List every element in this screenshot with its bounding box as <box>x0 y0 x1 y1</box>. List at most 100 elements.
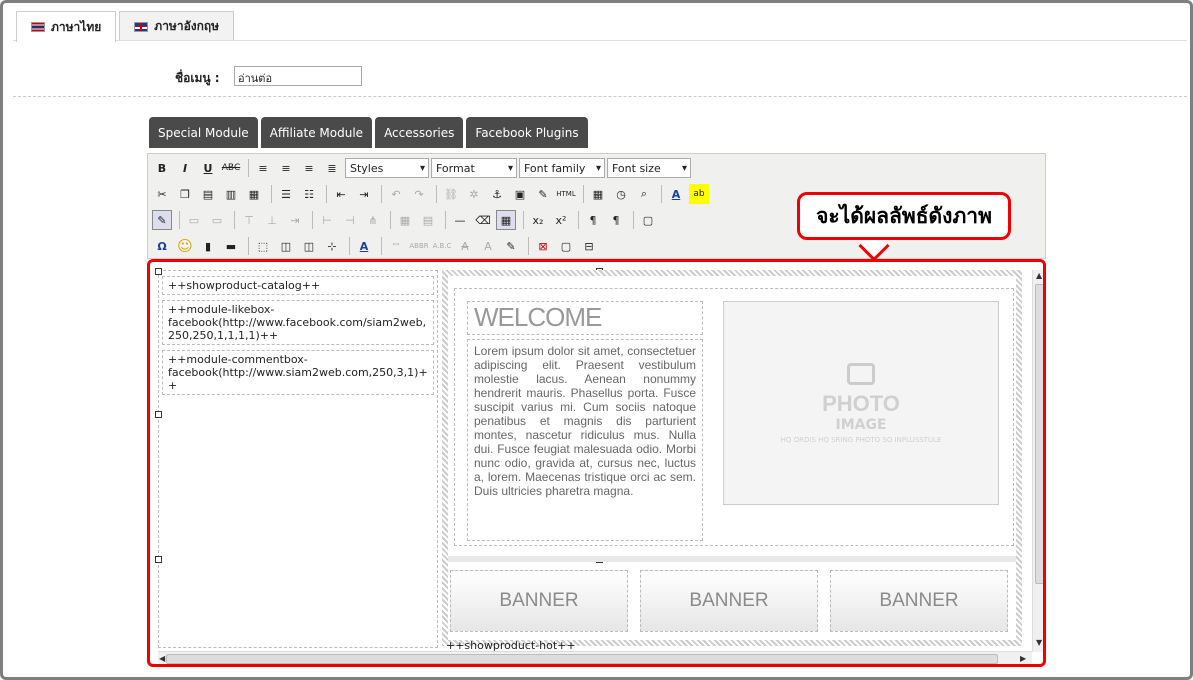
welcome-heading[interactable]: WELCOME <box>467 301 703 335</box>
special-module-button[interactable]: Special Module <box>149 117 258 148</box>
rtl-icon[interactable]: ¶ <box>606 210 626 230</box>
paste-word-icon[interactable]: ▦ <box>244 184 264 204</box>
paste-text-icon[interactable]: ▥ <box>221 184 241 204</box>
superscript-icon[interactable]: x² <box>551 210 571 230</box>
cleanup-icon[interactable]: ✎ <box>533 184 553 204</box>
subscript-icon[interactable]: x₂ <box>528 210 548 230</box>
outdent-icon[interactable]: ⇤ <box>331 184 351 204</box>
resize-handle[interactable] <box>155 268 162 275</box>
pagebreak-icon[interactable]: ⊟ <box>579 236 599 256</box>
bullet-list-icon[interactable]: ☰ <box>276 184 296 204</box>
absolute-icon[interactable]: ⊹ <box>322 236 342 256</box>
tab-thai[interactable]: ภาษาไทย <box>16 11 117 42</box>
strikethrough-icon[interactable]: ABC <box>221 158 241 178</box>
fullscreen-icon[interactable]: ▢ <box>638 210 658 230</box>
visual-aid-icon[interactable]: ✎ <box>152 210 172 230</box>
insert-time-icon[interactable]: ◷ <box>611 184 631 204</box>
horizontal-scroll-thumb[interactable] <box>166 654 998 664</box>
vertical-scrollbar[interactable]: ▲ ▼ <box>1032 270 1043 652</box>
move-forward-icon[interactable]: ◫ <box>276 236 296 256</box>
move-backward-icon[interactable]: ◫ <box>299 236 319 256</box>
styles-select[interactable]: Styles <box>345 158 429 178</box>
catalog-tag[interactable]: ++showproduct-catalog++ <box>162 276 434 295</box>
link-icon[interactable]: ⛓ <box>441 184 461 204</box>
ins-icon[interactable]: A <box>478 236 498 256</box>
resize-handle[interactable] <box>155 411 162 418</box>
styleprops-icon[interactable]: A <box>354 236 374 256</box>
align-justify-icon[interactable]: ≣ <box>322 158 342 178</box>
copy-icon[interactable]: ❐ <box>175 184 195 204</box>
banner-3[interactable]: BANNER <box>830 570 1008 632</box>
abbr-icon[interactable]: ABBR <box>409 236 429 256</box>
special-char-icon[interactable]: Ω <box>152 236 172 256</box>
commentbox-tag[interactable]: ++module-commentbox-facebook(http://www.… <box>162 350 434 395</box>
table-icon[interactable]: ▦ <box>496 210 516 230</box>
facebook-plugins-button[interactable]: Facebook Plugins <box>466 117 588 148</box>
insert-col-before-icon[interactable]: ⊢ <box>317 210 337 230</box>
remove-format-icon[interactable]: ⌫ <box>473 210 493 230</box>
redo-icon[interactable]: ↷ <box>409 184 429 204</box>
affiliate-module-button[interactable]: Affiliate Module <box>260 117 373 148</box>
banner-1[interactable]: BANNER <box>450 570 628 632</box>
insert-date-icon[interactable]: ▦ <box>588 184 608 204</box>
html-icon[interactable]: HTML <box>556 184 576 204</box>
horizontal-scrollbar[interactable]: ◀ ▶ <box>158 651 1032 664</box>
scroll-right-icon[interactable]: ▶ <box>1020 654 1026 663</box>
scroll-left-icon[interactable]: ◀ <box>159 654 165 663</box>
text-color-icon[interactable]: A <box>666 184 686 204</box>
delete-row-icon[interactable]: ⇥ <box>285 210 305 230</box>
image-icon[interactable]: ▣ <box>510 184 530 204</box>
align-center-icon[interactable]: ≡ <box>276 158 296 178</box>
emoticon-icon[interactable]: ☺ <box>175 236 195 256</box>
banner-2[interactable]: BANNER <box>640 570 818 632</box>
format-select[interactable]: Format <box>431 158 517 178</box>
split-cells-icon[interactable]: ▦ <box>395 210 415 230</box>
welcome-text[interactable]: Lorem ipsum dolor sit amet, consectetuer… <box>467 339 703 541</box>
vertical-scroll-thumb[interactable] <box>1035 284 1043 584</box>
layer-icon[interactable]: ⬚ <box>253 236 273 256</box>
font-family-select[interactable]: Font family <box>519 158 605 178</box>
insert-row-before-icon[interactable]: ⊤ <box>239 210 259 230</box>
underline-icon[interactable]: U <box>198 158 218 178</box>
media-icon[interactable]: ▮ <box>198 236 218 256</box>
horizontal-rule-icon[interactable]: — <box>450 210 470 230</box>
menu-name-input[interactable]: อ่านต่อ <box>234 66 362 86</box>
indent-icon[interactable]: ⇥ <box>354 184 374 204</box>
accessories-button[interactable]: Accessories <box>375 117 464 148</box>
right-column[interactable]: WELCOME Lorem ipsum dolor sit amet, cons… <box>442 270 1022 646</box>
numbered-list-icon[interactable]: ☷ <box>299 184 319 204</box>
editor-content-area[interactable]: ++showproduct-catalog++ ++module-likebox… <box>147 259 1046 667</box>
paste-icon[interactable]: ▤ <box>198 184 218 204</box>
ltr-icon[interactable]: ¶ <box>583 210 603 230</box>
font-size-select[interactable]: Font size <box>607 158 691 178</box>
bold-icon[interactable]: B <box>152 158 172 178</box>
nonbreaking-icon[interactable]: ⊠ <box>533 236 553 256</box>
italic-icon[interactable]: I <box>175 158 195 178</box>
merge-cells-icon[interactable]: ▤ <box>418 210 438 230</box>
insert-col-after-icon[interactable]: ⊣ <box>340 210 360 230</box>
scroll-up-icon[interactable]: ▲ <box>1036 271 1042 280</box>
attribs-icon[interactable]: ✎ <box>501 236 521 256</box>
insert-row-after-icon[interactable]: ⊥ <box>262 210 282 230</box>
highlight-color-icon[interactable]: ab <box>689 184 709 204</box>
page-break-icon[interactable]: ▬ <box>221 236 241 256</box>
align-left-icon[interactable]: ≡ <box>253 158 273 178</box>
tab-english[interactable]: ภาษาอังกฤษ <box>119 11 235 41</box>
welcome-section[interactable]: WELCOME Lorem ipsum dolor sit amet, cons… <box>454 288 1014 546</box>
delete-col-icon[interactable]: ⋔ <box>363 210 383 230</box>
scroll-down-icon[interactable]: ▼ <box>1036 638 1042 647</box>
table-row-props-icon[interactable]: ▭ <box>184 210 204 230</box>
cite-icon[interactable]: "" <box>386 236 406 256</box>
left-column[interactable]: ++showproduct-catalog++ ++module-likebox… <box>158 270 438 648</box>
cut-icon[interactable]: ✂ <box>152 184 172 204</box>
anchor-icon[interactable]: ⚓ <box>487 184 507 204</box>
del-icon[interactable]: A <box>455 236 475 256</box>
resize-handle[interactable] <box>155 556 162 563</box>
undo-icon[interactable]: ↶ <box>386 184 406 204</box>
table-cell-props-icon[interactable]: ▭ <box>207 210 227 230</box>
align-right-icon[interactable]: ≡ <box>299 158 319 178</box>
unlink-icon[interactable]: ✲ <box>464 184 484 204</box>
likebox-tag[interactable]: ++module-likebox-facebook(http://www.fac… <box>162 300 434 345</box>
template-icon[interactable]: ▢ <box>556 236 576 256</box>
photo-placeholder[interactable]: PHOTO IMAGE HQ ORDIS HQ SRING PHOTO SO I… <box>723 301 999 505</box>
